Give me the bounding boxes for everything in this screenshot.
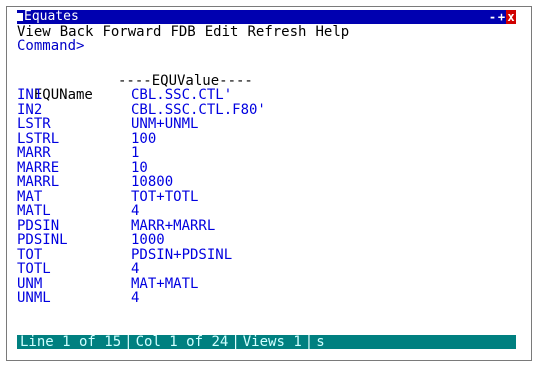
table-row[interactable]: TOT PDSIN+PDSINL <box>17 246 497 263</box>
equate-value: 10 <box>131 159 148 176</box>
status-extra: s <box>316 335 325 349</box>
table-row[interactable]: MARRL 10800 <box>17 175 497 190</box>
equate-value: MARR+MARRL <box>131 217 216 234</box>
equate-value: 1 <box>131 145 140 161</box>
table-row[interactable]: IN1 CBL.SSC.CTL' <box>17 88 497 103</box>
menu-item-refresh[interactable]: Refresh <box>247 25 306 39</box>
menu-bar: View Back Forward FDB Edit Refresh Help <box>17 25 358 39</box>
equate-value: 4 <box>131 261 140 277</box>
maximize-button[interactable]: + <box>497 10 506 24</box>
equate-name: TOT <box>17 246 43 263</box>
equate-name: TOTL <box>17 261 51 277</box>
equate-name: MATL <box>17 203 51 219</box>
table-row[interactable]: MATL 4 <box>17 204 497 219</box>
equate-value: 4 <box>131 290 140 306</box>
equate-value: 100 <box>131 130 157 147</box>
equate-value: 4 <box>131 203 140 219</box>
minimize-button[interactable]: - <box>488 10 497 24</box>
table-row[interactable]: MARRE 10 <box>17 159 497 176</box>
title-bar: Equates - + x <box>17 10 516 24</box>
table-row[interactable]: UNML 4 <box>17 291 497 306</box>
equate-name: IN2 <box>17 101 43 118</box>
system-menu-icon[interactable] <box>17 13 23 21</box>
equate-value: CBL.SSC.CTL.F80' <box>131 101 266 118</box>
menu-item-fdb[interactable]: FDB <box>170 25 195 39</box>
equate-name: PDSIN <box>17 217 60 234</box>
window-controls: - + x <box>488 10 516 24</box>
equate-name: UNML <box>17 290 51 306</box>
menu-item-help[interactable]: Help <box>315 25 349 39</box>
equate-value: CBL.SSC.CTL' <box>131 87 233 103</box>
table-row[interactable]: PDSINL 1000 <box>17 233 497 248</box>
equate-name: IN1 <box>17 87 43 103</box>
table-row[interactable]: MAT TOT+TOTL <box>17 188 497 205</box>
equate-value: TOT+TOTL <box>131 188 199 205</box>
menu-item-edit[interactable]: Edit <box>205 25 239 39</box>
status-column-position: Col 1 of 24 <box>135 335 229 349</box>
equate-value: MAT+MATL <box>131 275 199 292</box>
status-bar: Line 1 of 15 | Col 1 of 24 | Views 1 | s <box>17 335 516 349</box>
table-row[interactable]: LSTRL 100 <box>17 130 497 147</box>
menu-item-forward[interactable]: Forward <box>102 25 161 39</box>
equate-name: MAT <box>17 188 43 205</box>
equates-list: IN1 CBL.SSC.CTL' IN2 CBL.SSC.CTL.F80' LSTR… <box>17 88 497 306</box>
equate-value: UNM+UNML <box>131 116 199 132</box>
close-button[interactable]: x <box>506 10 516 24</box>
table-row[interactable]: IN2 CBL.SSC.CTL.F80' <box>17 101 497 118</box>
table-row[interactable]: UNM MAT+MATL <box>17 275 497 292</box>
command-prompt[interactable]: Command> <box>17 39 84 53</box>
equate-name: UNM <box>17 275 43 292</box>
equate-name: MARRE <box>17 159 60 176</box>
status-line-position: Line 1 of 15 <box>20 335 122 349</box>
menu-item-view[interactable]: View <box>17 25 51 39</box>
status-separator: | <box>231 335 240 349</box>
status-separator: | <box>304 335 314 349</box>
table-row[interactable]: PDSIN MARR+MARRL <box>17 217 497 234</box>
table-row[interactable]: LSTR UNM+UNML <box>17 117 497 132</box>
table-row[interactable]: MARR 1 <box>17 146 497 161</box>
table-row[interactable]: TOTL 4 <box>17 262 497 277</box>
equate-value: 1000 <box>131 232 165 248</box>
equate-value: 10800 <box>131 174 174 190</box>
equate-name: MARR <box>17 145 51 161</box>
status-views-count: Views 1 <box>242 335 302 349</box>
column-header-value: ----EQUValue---- <box>118 73 253 89</box>
equate-name: LSTR <box>17 116 51 132</box>
equate-name: MARRL <box>17 174 60 190</box>
equate-name: PDSINL <box>17 232 68 248</box>
equate-value: PDSIN+PDSINL <box>131 246 233 263</box>
equate-name: LSTRL <box>17 130 60 147</box>
menu-item-back[interactable]: Back <box>60 25 94 39</box>
status-separator: | <box>124 335 133 349</box>
window-title: Equates <box>24 9 79 24</box>
